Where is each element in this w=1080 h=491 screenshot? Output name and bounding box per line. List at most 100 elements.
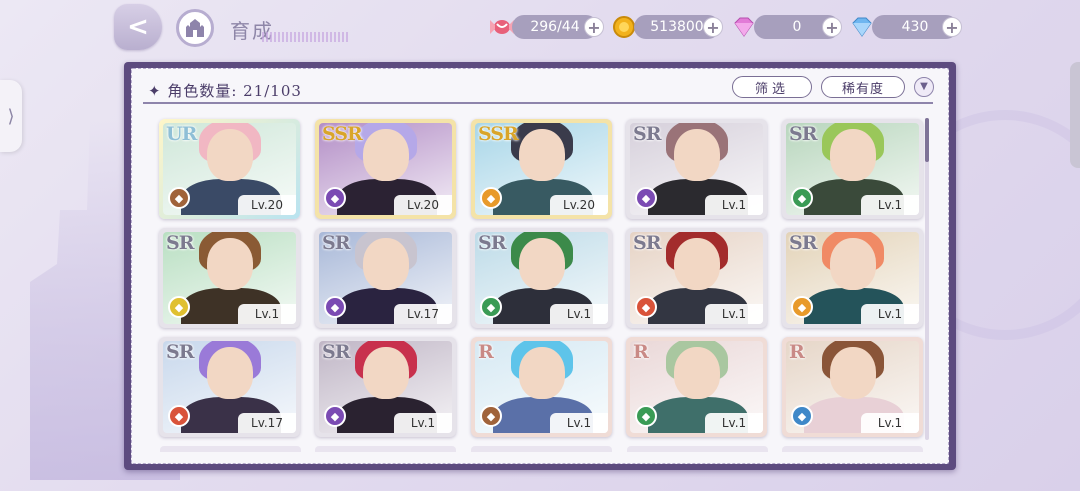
sort-order-toggle[interactable]: ▼ — [914, 77, 934, 97]
level-label: Lv.20 — [550, 195, 608, 215]
scrollbar-track[interactable] — [925, 118, 929, 440]
castle-icon — [186, 19, 204, 37]
candy-plus-button[interactable]: + — [584, 17, 604, 37]
character-face — [830, 129, 876, 181]
character-portrait: SR ◆ Lv.17 — [319, 232, 452, 324]
blue-gem-plus-button[interactable]: + — [942, 17, 962, 37]
rarity-badge: SR — [633, 232, 661, 254]
character-face — [207, 347, 253, 399]
triangle-down-icon: ▼ — [920, 81, 928, 92]
level-label: Lv.17 — [394, 304, 452, 324]
character-card[interactable]: SR ◆ Lv.1 — [626, 119, 767, 219]
character-portrait: SR ◆ Lv.1 — [319, 341, 452, 433]
character-face — [207, 129, 253, 181]
character-face — [830, 238, 876, 290]
character-card[interactable]: UR ◆ Lv.20 — [159, 119, 300, 219]
level-label: Lv.1 — [861, 413, 919, 433]
character-card[interactable]: R ◆ Lv.1 — [782, 337, 923, 437]
role-icon: ◆ — [324, 187, 346, 209]
character-face — [363, 129, 409, 181]
rarity-badge: R — [478, 341, 494, 363]
character-card[interactable]: SR ◆ Lv.1 — [626, 228, 767, 328]
rarity-badge: SR — [789, 232, 817, 254]
back-arrow-icon: < — [127, 12, 149, 42]
character-portrait: SR ◆ Lv.1 — [786, 232, 919, 324]
level-label: Lv.1 — [238, 304, 296, 324]
character-card[interactable]: SR ◆ Lv.1 — [315, 337, 456, 437]
character-face — [674, 347, 720, 399]
character-portrait: SR ◆ Lv.1 — [163, 232, 296, 324]
coin-value: 513800 — [650, 19, 704, 35]
role-icon: ◆ — [635, 296, 657, 318]
rarity-badge: SR — [166, 232, 194, 254]
role-icon: ◆ — [791, 405, 813, 427]
character-card[interactable]: SR ◆ Lv.17 — [315, 228, 456, 328]
next-row-card-peek — [471, 446, 612, 452]
pink-gem-plus-button[interactable]: + — [822, 17, 842, 37]
character-face — [830, 347, 876, 399]
level-label: Lv.1 — [861, 195, 919, 215]
character-face — [519, 238, 565, 290]
rarity-badge: SSR — [478, 123, 519, 145]
role-icon: ◆ — [791, 187, 813, 209]
character-grid: UR ◆ Lv.20 SSR ◆ Lv.20 SSR ◆ Lv.20 SR ◆ Lv.1 SR ◆ Lv.1… — [155, 112, 925, 450]
character-portrait: SR ◆ Lv.1 — [786, 123, 919, 215]
side-expand-tab[interactable]: ⟩ — [0, 80, 22, 152]
character-portrait: SR ◆ Lv.17 — [163, 341, 296, 433]
level-label: Lv.20 — [394, 195, 452, 215]
rarity-badge: SR — [322, 232, 350, 254]
rarity-badge: UR — [166, 123, 197, 145]
role-icon: ◆ — [168, 405, 190, 427]
character-card[interactable]: R ◆ Lv.1 — [626, 337, 767, 437]
character-card[interactable]: SR ◆ Lv.17 — [159, 337, 300, 437]
side-edge-tab[interactable] — [1070, 62, 1080, 168]
character-card[interactable]: SSR ◆ Lv.20 — [471, 119, 612, 219]
pink-gem-value: 0 — [792, 19, 802, 35]
character-card[interactable]: SR ◆ Lv.1 — [159, 228, 300, 328]
home-button[interactable] — [176, 9, 214, 47]
top-bar: < 育成 296/44 + 513800 + 0 + 430 + — [0, 0, 1080, 56]
character-face — [519, 129, 565, 181]
level-label: Lv.1 — [705, 195, 763, 215]
role-icon: ◆ — [635, 405, 657, 427]
rarity-badge: SSR — [322, 123, 363, 145]
level-label: Lv.1 — [861, 304, 919, 324]
role-icon: ◆ — [324, 405, 346, 427]
filter-button[interactable]: 筛选 — [732, 76, 812, 98]
back-button[interactable]: < — [114, 4, 162, 50]
level-label: Lv.1 — [705, 413, 763, 433]
character-card[interactable]: SSR ◆ Lv.20 — [315, 119, 456, 219]
character-card[interactable]: R ◆ Lv.1 — [471, 337, 612, 437]
candy-value: 296/44 — [530, 19, 580, 35]
level-label: Lv.1 — [550, 304, 608, 324]
character-face — [674, 129, 720, 181]
role-icon: ◆ — [635, 187, 657, 209]
blue-gem-value: 430 — [901, 19, 929, 35]
character-portrait: SR ◆ Lv.1 — [630, 123, 763, 215]
character-portrait: R ◆ Lv.1 — [630, 341, 763, 433]
coin-plus-button[interactable]: + — [703, 17, 723, 37]
rarity-badge: SR — [166, 341, 194, 363]
character-face — [207, 238, 253, 290]
divider — [143, 102, 933, 104]
rarity-badge: SR — [322, 341, 350, 363]
character-count: ✦ 角色数量: 21/103 — [148, 82, 302, 100]
character-card[interactable]: SR ◆ Lv.1 — [471, 228, 612, 328]
character-card[interactable]: SR ◆ Lv.1 — [782, 119, 923, 219]
level-label: Lv.1 — [394, 413, 452, 433]
role-icon: ◆ — [480, 187, 502, 209]
role-icon: ◆ — [168, 187, 190, 209]
rarity-badge: R — [633, 341, 649, 363]
character-portrait: SR ◆ Lv.1 — [630, 232, 763, 324]
role-icon: ◆ — [791, 296, 813, 318]
character-card[interactable]: SR ◆ Lv.1 — [782, 228, 923, 328]
next-row-card-peek — [315, 446, 456, 452]
level-label: Lv.1 — [550, 413, 608, 433]
character-portrait: UR ◆ Lv.20 — [163, 123, 296, 215]
scrollbar-thumb[interactable] — [925, 118, 929, 162]
rarity-sort-button[interactable]: 稀有度 — [821, 76, 905, 98]
character-portrait: R ◆ Lv.1 — [786, 341, 919, 433]
rarity-badge: SR — [633, 123, 661, 145]
character-face — [674, 238, 720, 290]
level-label: Lv.1 — [705, 304, 763, 324]
